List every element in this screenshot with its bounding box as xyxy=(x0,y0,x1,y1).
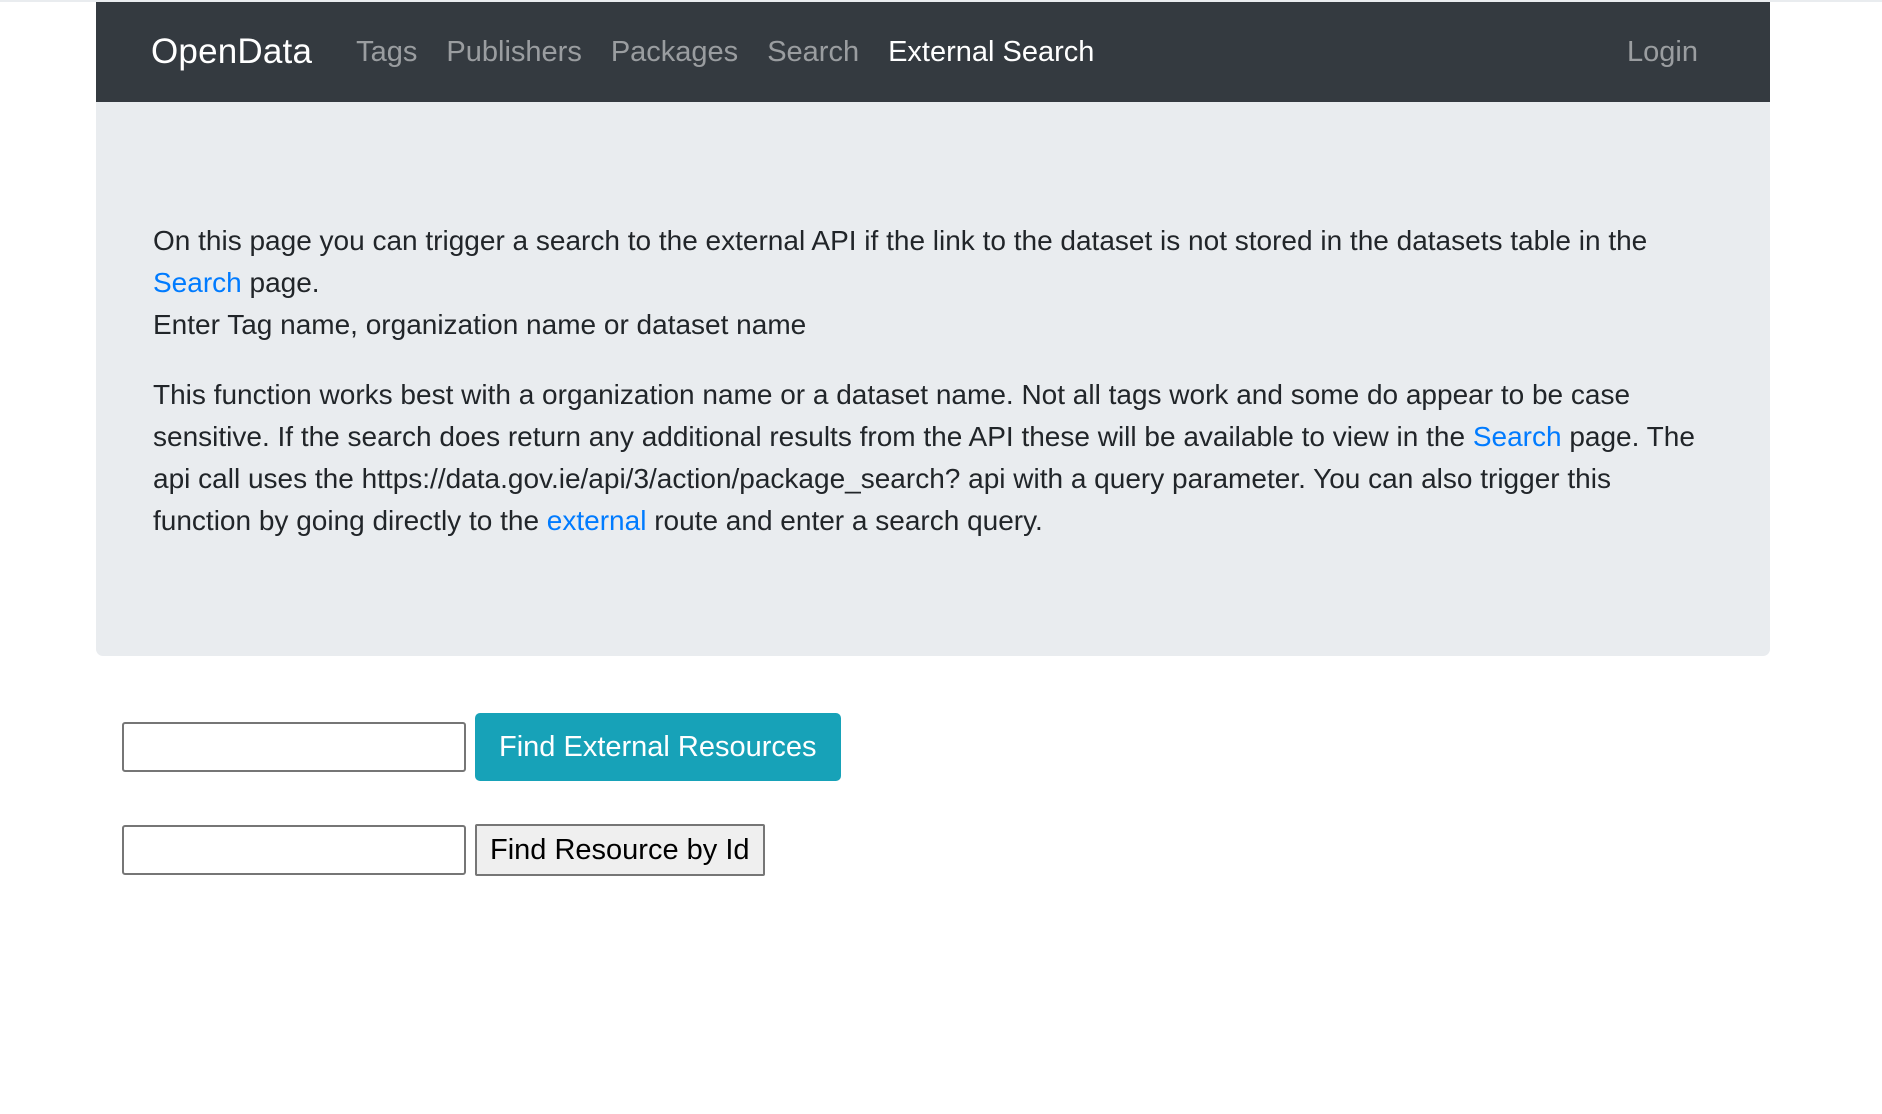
external-search-form: Find External Resources xyxy=(122,713,841,781)
navbar: OpenData Tags Publishers Packages Search… xyxy=(96,2,1770,102)
nav-item-packages[interactable]: Packages xyxy=(611,36,738,69)
nav-links: Tags Publishers Packages Search External… xyxy=(356,36,1123,69)
brand-link[interactable]: OpenData xyxy=(151,32,312,72)
intro-text: page. xyxy=(241,267,320,298)
intro-text: On this page you can trigger a search to… xyxy=(153,225,1648,256)
nav-item-external-search[interactable]: External Search xyxy=(888,36,1094,69)
nav-item-tags[interactable]: Tags xyxy=(356,36,417,69)
search-page-link-2[interactable]: Search xyxy=(1473,421,1562,452)
intro-panel: On this page you can trigger a search to… xyxy=(96,102,1770,656)
find-external-resources-button[interactable]: Find External Resources xyxy=(475,713,841,781)
external-search-input[interactable] xyxy=(122,722,466,772)
external-route-link[interactable]: external xyxy=(547,505,647,536)
resource-id-form: Find Resource by Id xyxy=(122,824,765,876)
search-page-link[interactable]: Search xyxy=(153,267,242,298)
intro-paragraph-2: This function works best with a organiza… xyxy=(153,374,1714,542)
nav-item-publishers[interactable]: Publishers xyxy=(446,36,581,69)
find-resource-by-id-button[interactable]: Find Resource by Id xyxy=(475,824,765,876)
intro-paragraph-1: On this page you can trigger a search to… xyxy=(153,220,1714,346)
login-link[interactable]: Login xyxy=(1627,36,1698,69)
intro-text: route and enter a search query. xyxy=(646,505,1043,536)
intro-instruction: Enter Tag name, organization name or dat… xyxy=(153,309,807,340)
intro-text: This function works best with a organiza… xyxy=(153,379,1631,452)
resource-id-input[interactable] xyxy=(122,825,466,875)
page-container: OpenData Tags Publishers Packages Search… xyxy=(96,2,1770,656)
nav-item-search[interactable]: Search xyxy=(767,36,859,69)
